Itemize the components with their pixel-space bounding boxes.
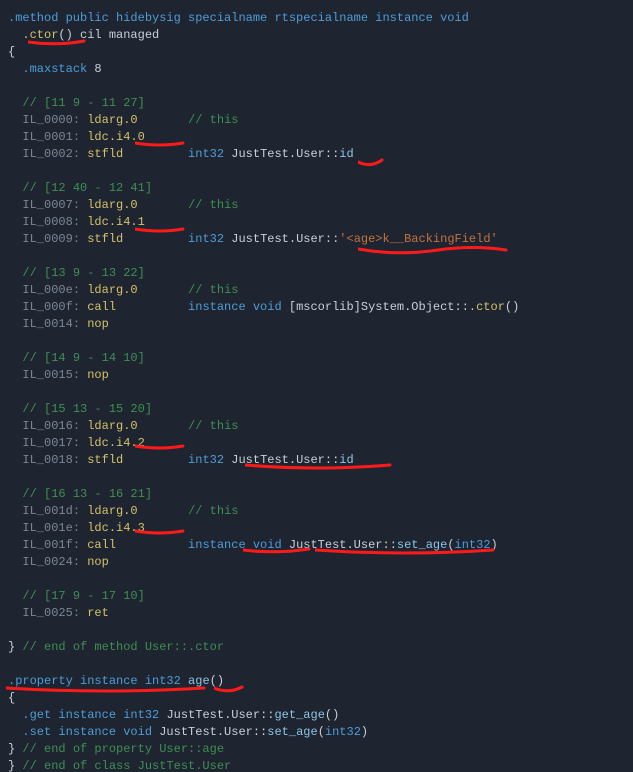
il-field-id: id [339, 453, 353, 467]
il-label: IL_000e: [22, 283, 80, 297]
il-op: ldarg.0 [87, 113, 137, 127]
il-paren-close: ) [491, 538, 498, 552]
block5-comment: // [15 13 - 15 20] [22, 402, 152, 416]
method-signature-line1: .method public hidebysig specialname rts… [8, 11, 469, 25]
il-ns: JustTest.User:: [289, 538, 397, 552]
il-type: int32 [188, 453, 224, 467]
il-label: IL_0009: [22, 232, 80, 246]
il-field-id: id [339, 147, 353, 161]
il-op: stfld [87, 453, 123, 467]
il-label: IL_0000: [22, 113, 80, 127]
prop-set-ns: JustTest.User:: [159, 725, 267, 739]
il-label: IL_000f: [22, 300, 80, 314]
il-ns: JustTest.User:: [231, 453, 339, 467]
il-comment: // this [188, 504, 238, 518]
il-label: IL_001f: [22, 538, 80, 552]
il-code-block: .method public hidebysig specialname rts… [0, 0, 633, 772]
end-property-comment: // end of property User::age [22, 742, 224, 756]
maxstack-val: 8 [94, 62, 101, 76]
il-op: ldc.i4.0 [87, 130, 145, 144]
il-arg-type: int32 [455, 538, 491, 552]
il-label: IL_0007: [22, 198, 80, 212]
prop-get-parens: () [325, 708, 339, 722]
il-comment: // this [188, 283, 238, 297]
il-label: IL_0002: [22, 147, 80, 161]
il-label: IL_0008: [22, 215, 80, 229]
ctor-keyword: .ctor [22, 28, 58, 42]
il-op: ldarg.0 [87, 419, 137, 433]
il-comment: // this [188, 113, 238, 127]
il-op: ldarg.0 [87, 504, 137, 518]
il-op: stfld [87, 147, 123, 161]
il-op: ldarg.0 [87, 198, 137, 212]
prop-set-id: set_age [267, 725, 317, 739]
prop-get-type: int32 [123, 708, 159, 722]
il-op: nop [87, 555, 109, 569]
il-op: nop [87, 317, 109, 331]
il-op: ldc.i4.1 [87, 215, 145, 229]
prop-get-ns: JustTest.User:: [166, 708, 274, 722]
property-type: int32 [145, 674, 181, 688]
il-op: call [87, 300, 116, 314]
il-op: nop [87, 368, 109, 382]
prop-set-paren-close: ) [361, 725, 368, 739]
block4-comment: // [14 9 - 14 10] [22, 351, 144, 365]
il-op: ldc.i4.3 [87, 521, 145, 535]
il-ns: [mscorlib]System.Object:: [289, 300, 469, 314]
il-backingfield: '<age>k__BackingField' [339, 232, 497, 246]
il-call-id: .ctor [469, 300, 505, 314]
block6-comment: // [16 13 - 16 21] [22, 487, 152, 501]
ctor-parens-managed: () cil managed [58, 28, 159, 42]
il-label: IL_0017: [22, 436, 80, 450]
il-op: ret [87, 606, 109, 620]
il-op: stfld [87, 232, 123, 246]
il-parens: () [505, 300, 519, 314]
end-class-comment: // end of class JustTest.User [22, 759, 231, 772]
il-kw: instance void [188, 300, 282, 314]
il-op: call [87, 538, 116, 552]
il-label: IL_0014: [22, 317, 80, 331]
property-parens: () [210, 674, 224, 688]
end-method-comment: // end of method User::.ctor [22, 640, 224, 654]
il-op: ldc.i4.2 [87, 436, 145, 450]
prop-set-kw: .set instance void [22, 725, 152, 739]
il-call-id: set_age [397, 538, 447, 552]
block1-comment: // [11 9 - 11 27] [22, 96, 144, 110]
property-sig: .property instance [8, 674, 138, 688]
il-ns: JustTest.User:: [231, 147, 339, 161]
il-label: IL_0016: [22, 419, 80, 433]
il-label: IL_001d: [22, 504, 80, 518]
property-name: age [188, 674, 210, 688]
prop-get-kw: .get instance [22, 708, 116, 722]
il-label: IL_001e: [22, 521, 80, 535]
il-op: ldarg.0 [87, 283, 137, 297]
il-type: int32 [188, 232, 224, 246]
il-ns: JustTest.User:: [231, 232, 339, 246]
prop-set-arg: int32 [325, 725, 361, 739]
prop-get-id: get_age [274, 708, 324, 722]
annotation-id-underline-1 [358, 158, 384, 170]
il-label: IL_0025: [22, 606, 80, 620]
prop-set-paren-open: ( [318, 725, 325, 739]
il-type: int32 [188, 147, 224, 161]
il-label: IL_0018: [22, 453, 80, 467]
block3-comment: // [13 9 - 13 22] [22, 266, 144, 280]
il-kw: instance void [188, 538, 282, 552]
block7-comment: // [17 9 - 17 10] [22, 589, 144, 603]
il-label: IL_0001: [22, 130, 80, 144]
il-comment: // this [188, 419, 238, 433]
annotation-backingfield-underline [358, 244, 508, 258]
block2-comment: // [12 40 - 12 41] [22, 181, 152, 195]
il-label: IL_0024: [22, 555, 80, 569]
il-label: IL_0015: [22, 368, 80, 382]
maxstack-kw: .maxstack [22, 62, 87, 76]
il-comment: // this [188, 198, 238, 212]
il-paren-open: ( [447, 538, 454, 552]
